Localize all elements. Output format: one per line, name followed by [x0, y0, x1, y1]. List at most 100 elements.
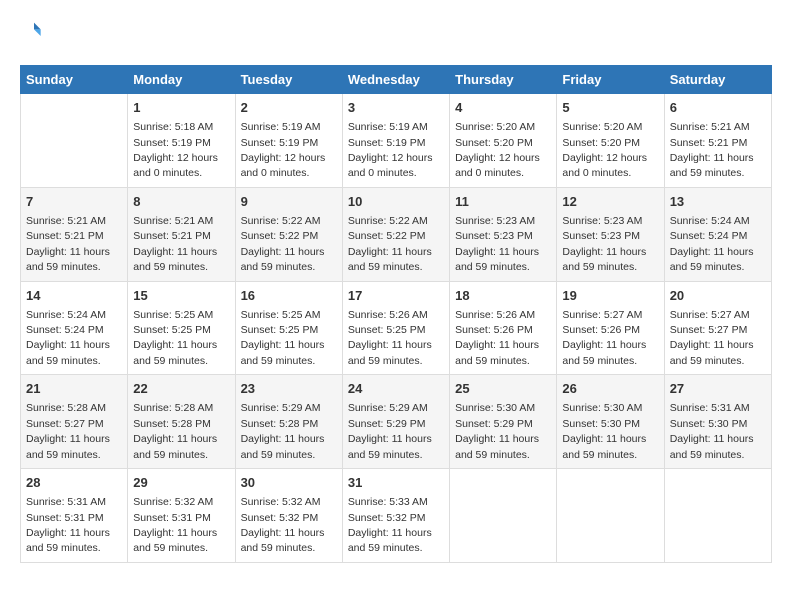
day-number: 13: [670, 193, 766, 211]
calendar-cell: 6 Sunrise: 5:21 AMSunset: 5:21 PMDaylight…: [664, 94, 771, 188]
calendar-cell: 26 Sunrise: 5:30 AMSunset: 5:30 PMDayligh…: [557, 375, 664, 469]
calendar-cell: 30 Sunrise: 5:32 AMSunset: 5:32 PMDayligh…: [235, 469, 342, 563]
calendar-cell: [450, 469, 557, 563]
day-info: Sunrise: 5:30 AMSunset: 5:29 PMDaylight:…: [455, 402, 539, 460]
day-number: 31: [348, 474, 444, 492]
day-info: Sunrise: 5:27 AMSunset: 5:26 PMDaylight:…: [562, 309, 646, 367]
calendar-week-1: 1Sunrise: 5:18 AMSunset: 5:19 PMDaylight…: [21, 94, 772, 188]
calendar-cell: 20 Sunrise: 5:27 AMSunset: 5:27 PMDayligh…: [664, 281, 771, 375]
day-number: 9: [241, 193, 337, 211]
day-info: Sunrise: 5:19 AMSunset: 5:19 PMDaylight:…: [241, 121, 326, 179]
header-friday: Friday: [557, 66, 664, 94]
header-tuesday: Tuesday: [235, 66, 342, 94]
calendar-cell: 29 Sunrise: 5:32 AMSunset: 5:31 PMDayligh…: [128, 469, 235, 563]
calendar-cell: 23 Sunrise: 5:29 AMSunset: 5:28 PMDayligh…: [235, 375, 342, 469]
day-number: 25: [455, 380, 551, 398]
day-info: Sunrise: 5:26 AMSunset: 5:26 PMDaylight:…: [455, 309, 539, 367]
calendar-cell: 4 Sunrise: 5:20 AMSunset: 5:20 PMDaylight…: [450, 94, 557, 188]
calendar-header-row: SundayMondayTuesdayWednesdayThursdayFrid…: [21, 66, 772, 94]
calendar-cell: 10Sunrise: 5:22 AMSunset: 5:22 PMDayligh…: [342, 187, 449, 281]
day-info: Sunrise: 5:33 AMSunset: 5:32 PMDaylight:…: [348, 496, 432, 554]
calendar-cell: 21Sunrise: 5:28 AMSunset: 5:27 PMDayligh…: [21, 375, 128, 469]
header-sunday: Sunday: [21, 66, 128, 94]
calendar-cell: 8 Sunrise: 5:21 AMSunset: 5:21 PMDaylight…: [128, 187, 235, 281]
calendar-cell: 24 Sunrise: 5:29 AMSunset: 5:29 PMDayligh…: [342, 375, 449, 469]
day-number: 24: [348, 380, 444, 398]
day-number: 18: [455, 287, 551, 305]
header-saturday: Saturday: [664, 66, 771, 94]
calendar-cell: 27Sunrise: 5:31 AMSunset: 5:30 PMDayligh…: [664, 375, 771, 469]
calendar-week-5: 28 Sunrise: 5:31 AMSunset: 5:31 PMDayligh…: [21, 469, 772, 563]
day-info: Sunrise: 5:29 AMSunset: 5:28 PMDaylight:…: [241, 402, 325, 460]
day-number: 5: [562, 99, 658, 117]
day-info: Sunrise: 5:32 AMSunset: 5:31 PMDaylight:…: [133, 496, 217, 554]
calendar-cell: 16Sunrise: 5:25 AMSunset: 5:25 PMDayligh…: [235, 281, 342, 375]
calendar-cell: 1Sunrise: 5:18 AMSunset: 5:19 PMDaylight…: [128, 94, 235, 188]
day-number: 28: [26, 474, 122, 492]
day-number: 22: [133, 380, 229, 398]
day-number: 20: [670, 287, 766, 305]
day-number: 8: [133, 193, 229, 211]
day-info: Sunrise: 5:21 AMSunset: 5:21 PMDaylight:…: [670, 121, 754, 179]
calendar-table: SundayMondayTuesdayWednesdayThursdayFrid…: [20, 65, 772, 563]
calendar-cell: 18 Sunrise: 5:26 AMSunset: 5:26 PMDayligh…: [450, 281, 557, 375]
calendar-cell: 31 Sunrise: 5:33 AMSunset: 5:32 PMDayligh…: [342, 469, 449, 563]
day-info: Sunrise: 5:25 AMSunset: 5:25 PMDaylight:…: [133, 309, 217, 367]
day-info: Sunrise: 5:21 AMSunset: 5:21 PMDaylight:…: [133, 215, 217, 273]
calendar-cell: 22 Sunrise: 5:28 AMSunset: 5:28 PMDayligh…: [128, 375, 235, 469]
calendar-cell: 5 Sunrise: 5:20 AMSunset: 5:20 PMDaylight…: [557, 94, 664, 188]
day-info: Sunrise: 5:23 AMSunset: 5:23 PMDaylight:…: [562, 215, 646, 273]
calendar-cell: 13 Sunrise: 5:24 AMSunset: 5:24 PMDayligh…: [664, 187, 771, 281]
day-info: Sunrise: 5:22 AMSunset: 5:22 PMDaylight:…: [241, 215, 325, 273]
day-info: Sunrise: 5:32 AMSunset: 5:32 PMDaylight:…: [241, 496, 325, 554]
calendar-cell: 3Sunrise: 5:19 AMSunset: 5:19 PMDaylight…: [342, 94, 449, 188]
day-number: 1: [133, 99, 229, 117]
day-number: 19: [562, 287, 658, 305]
calendar-cell: 14Sunrise: 5:24 AMSunset: 5:24 PMDayligh…: [21, 281, 128, 375]
day-number: 2: [241, 99, 337, 117]
calendar-week-4: 21Sunrise: 5:28 AMSunset: 5:27 PMDayligh…: [21, 375, 772, 469]
day-number: 27: [670, 380, 766, 398]
logo: [20, 20, 46, 45]
day-number: 4: [455, 99, 551, 117]
calendar-cell: 12 Sunrise: 5:23 AMSunset: 5:23 PMDayligh…: [557, 187, 664, 281]
day-info: Sunrise: 5:28 AMSunset: 5:28 PMDaylight:…: [133, 402, 217, 460]
day-info: Sunrise: 5:20 AMSunset: 5:20 PMDaylight:…: [455, 121, 540, 179]
day-info: Sunrise: 5:23 AMSunset: 5:23 PMDaylight:…: [455, 215, 539, 273]
header-monday: Monday: [128, 66, 235, 94]
calendar-cell: [664, 469, 771, 563]
calendar-week-3: 14Sunrise: 5:24 AMSunset: 5:24 PMDayligh…: [21, 281, 772, 375]
day-number: 14: [26, 287, 122, 305]
calendar-cell: [21, 94, 128, 188]
day-number: 23: [241, 380, 337, 398]
day-info: Sunrise: 5:28 AMSunset: 5:27 PMDaylight:…: [26, 402, 110, 460]
day-number: 26: [562, 380, 658, 398]
calendar-cell: 7 Sunrise: 5:21 AMSunset: 5:21 PMDaylight…: [21, 187, 128, 281]
calendar-week-2: 7 Sunrise: 5:21 AMSunset: 5:21 PMDaylight…: [21, 187, 772, 281]
day-number: 11: [455, 193, 551, 211]
calendar-cell: 11 Sunrise: 5:23 AMSunset: 5:23 PMDayligh…: [450, 187, 557, 281]
day-number: 30: [241, 474, 337, 492]
day-number: 16: [241, 287, 337, 305]
header-wednesday: Wednesday: [342, 66, 449, 94]
day-info: Sunrise: 5:27 AMSunset: 5:27 PMDaylight:…: [670, 309, 754, 367]
calendar-cell: 28 Sunrise: 5:31 AMSunset: 5:31 PMDayligh…: [21, 469, 128, 563]
calendar-cell: 2 Sunrise: 5:19 AMSunset: 5:19 PMDaylight…: [235, 94, 342, 188]
calendar-cell: 19 Sunrise: 5:27 AMSunset: 5:26 PMDayligh…: [557, 281, 664, 375]
day-number: 3: [348, 99, 444, 117]
day-number: 12: [562, 193, 658, 211]
day-number: 17: [348, 287, 444, 305]
day-info: Sunrise: 5:30 AMSunset: 5:30 PMDaylight:…: [562, 402, 646, 460]
day-info: Sunrise: 5:21 AMSunset: 5:21 PMDaylight:…: [26, 215, 110, 273]
day-info: Sunrise: 5:24 AMSunset: 5:24 PMDaylight:…: [670, 215, 754, 273]
day-number: 7: [26, 193, 122, 211]
day-info: Sunrise: 5:20 AMSunset: 5:20 PMDaylight:…: [562, 121, 647, 179]
day-info: Sunrise: 5:31 AMSunset: 5:31 PMDaylight:…: [26, 496, 110, 554]
calendar-cell: 15Sunrise: 5:25 AMSunset: 5:25 PMDayligh…: [128, 281, 235, 375]
day-number: 10: [348, 193, 444, 211]
day-info: Sunrise: 5:26 AMSunset: 5:25 PMDaylight:…: [348, 309, 432, 367]
day-info: Sunrise: 5:29 AMSunset: 5:29 PMDaylight:…: [348, 402, 432, 460]
day-number: 29: [133, 474, 229, 492]
calendar-cell: 9 Sunrise: 5:22 AMSunset: 5:22 PMDaylight…: [235, 187, 342, 281]
day-number: 6: [670, 99, 766, 117]
